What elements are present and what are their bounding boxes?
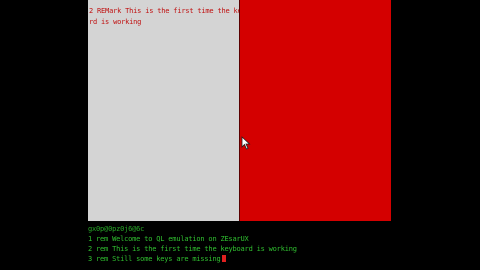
left-window-line: 2 REMark This is the first time the keyb… [89, 7, 240, 15]
mouse-pointer-icon [241, 136, 251, 150]
left-window-line: rd is working [89, 18, 142, 26]
console-input-text: 3 rem Still some keys are missing [88, 255, 221, 263]
right-basic-window [240, 0, 391, 221]
console-input-line[interactable]: 3 rem Still some keys are missing [88, 255, 227, 264]
console-line: gx0p@0pz0j6@6c [88, 225, 145, 233]
emulator-screen[interactable]: 2 REMark This is the first time the keyb… [0, 0, 480, 270]
console-line: 1 rem Welcome to QL emulation on ZEsarUX [88, 235, 249, 243]
text-cursor-icon [222, 255, 227, 262]
console-line: 2 rem This is the first time the keyboar… [88, 245, 297, 253]
command-console[interactable]: gx0p@0pz0j6@6c 1 rem Welcome to QL emula… [88, 225, 388, 270]
left-basic-window: 2 REMark This is the first time the keyb… [88, 0, 240, 221]
